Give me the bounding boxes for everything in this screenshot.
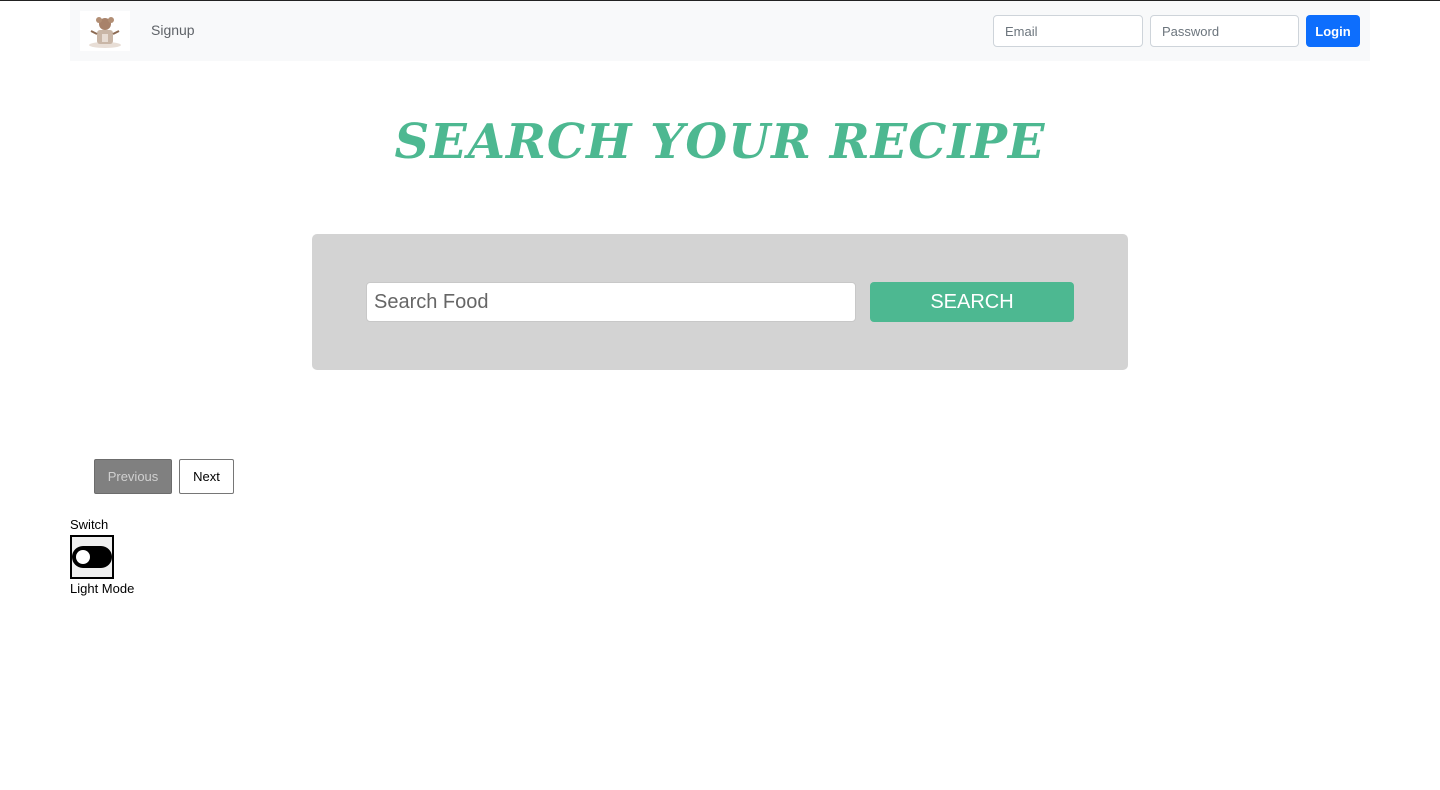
login-button[interactable]: Login xyxy=(1306,15,1360,47)
mode-label: Light Mode xyxy=(70,581,135,596)
switch-label: Switch xyxy=(70,517,109,532)
theme-toggle[interactable] xyxy=(70,535,114,579)
chef-logo-icon[interactable] xyxy=(80,11,130,51)
search-input[interactable] xyxy=(366,282,856,322)
search-button[interactable]: SEARCH xyxy=(870,282,1074,322)
signup-link[interactable]: Signup xyxy=(151,22,195,38)
password-field[interactable] xyxy=(1150,15,1299,47)
page-title: SEARCH YOUR RECIPE xyxy=(394,114,1046,170)
toggle-track xyxy=(72,546,112,568)
next-button[interactable]: Next xyxy=(179,459,234,494)
toggle-knob xyxy=(76,550,90,564)
search-panel: SEARCH xyxy=(312,234,1128,370)
previous-button[interactable]: Previous xyxy=(94,459,172,494)
email-field[interactable] xyxy=(993,15,1143,47)
navbar: Signup Login xyxy=(70,1,1370,61)
